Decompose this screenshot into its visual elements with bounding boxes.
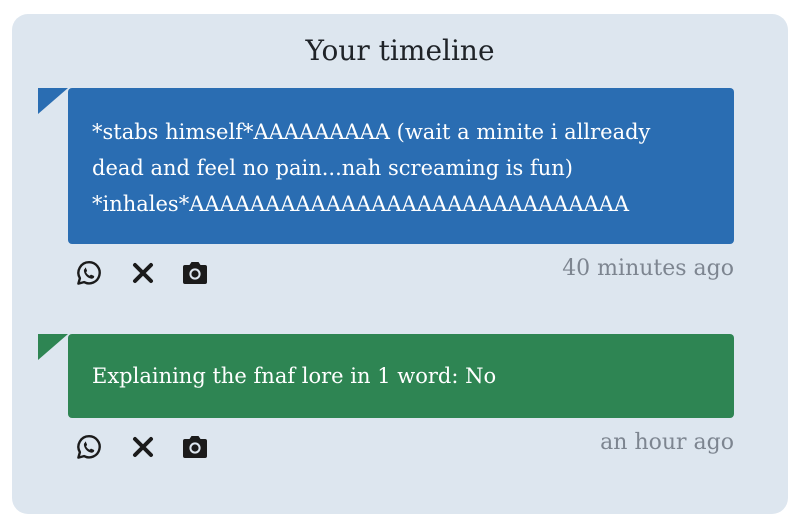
post-bubble: Explaining the fnaf lore in 1 word: No <box>38 334 734 418</box>
timeline-post: *stabs himself*AAAAAAAAA (wait a minite … <box>12 88 788 290</box>
camera-icon[interactable] <box>180 432 210 462</box>
post-bubble: *stabs himself*AAAAAAAAA (wait a minite … <box>38 88 734 244</box>
bubble-tail <box>38 334 68 360</box>
post-timestamp: 40 minutes ago <box>562 256 734 281</box>
post-actions: 40 minutes ago <box>74 256 734 290</box>
whatsapp-icon[interactable] <box>74 432 104 462</box>
timeline-title: Your timeline <box>305 34 495 67</box>
post-actions: an hour ago <box>74 430 734 464</box>
bubble-tail <box>38 88 68 114</box>
x-icon[interactable] <box>128 432 158 462</box>
post-text: Explaining the fnaf lore in 1 word: No <box>92 364 497 388</box>
x-icon[interactable] <box>128 258 158 288</box>
timeline-post: Explaining the fnaf lore in 1 word: No a… <box>12 334 788 464</box>
timeline-panel: Your timeline *stabs himself*AAAAAAAAA (… <box>12 14 788 514</box>
whatsapp-icon[interactable] <box>74 258 104 288</box>
camera-icon[interactable] <box>180 258 210 288</box>
post-text: *stabs himself*AAAAAAAAA (wait a minite … <box>92 120 651 216</box>
post-timestamp: an hour ago <box>600 430 734 455</box>
